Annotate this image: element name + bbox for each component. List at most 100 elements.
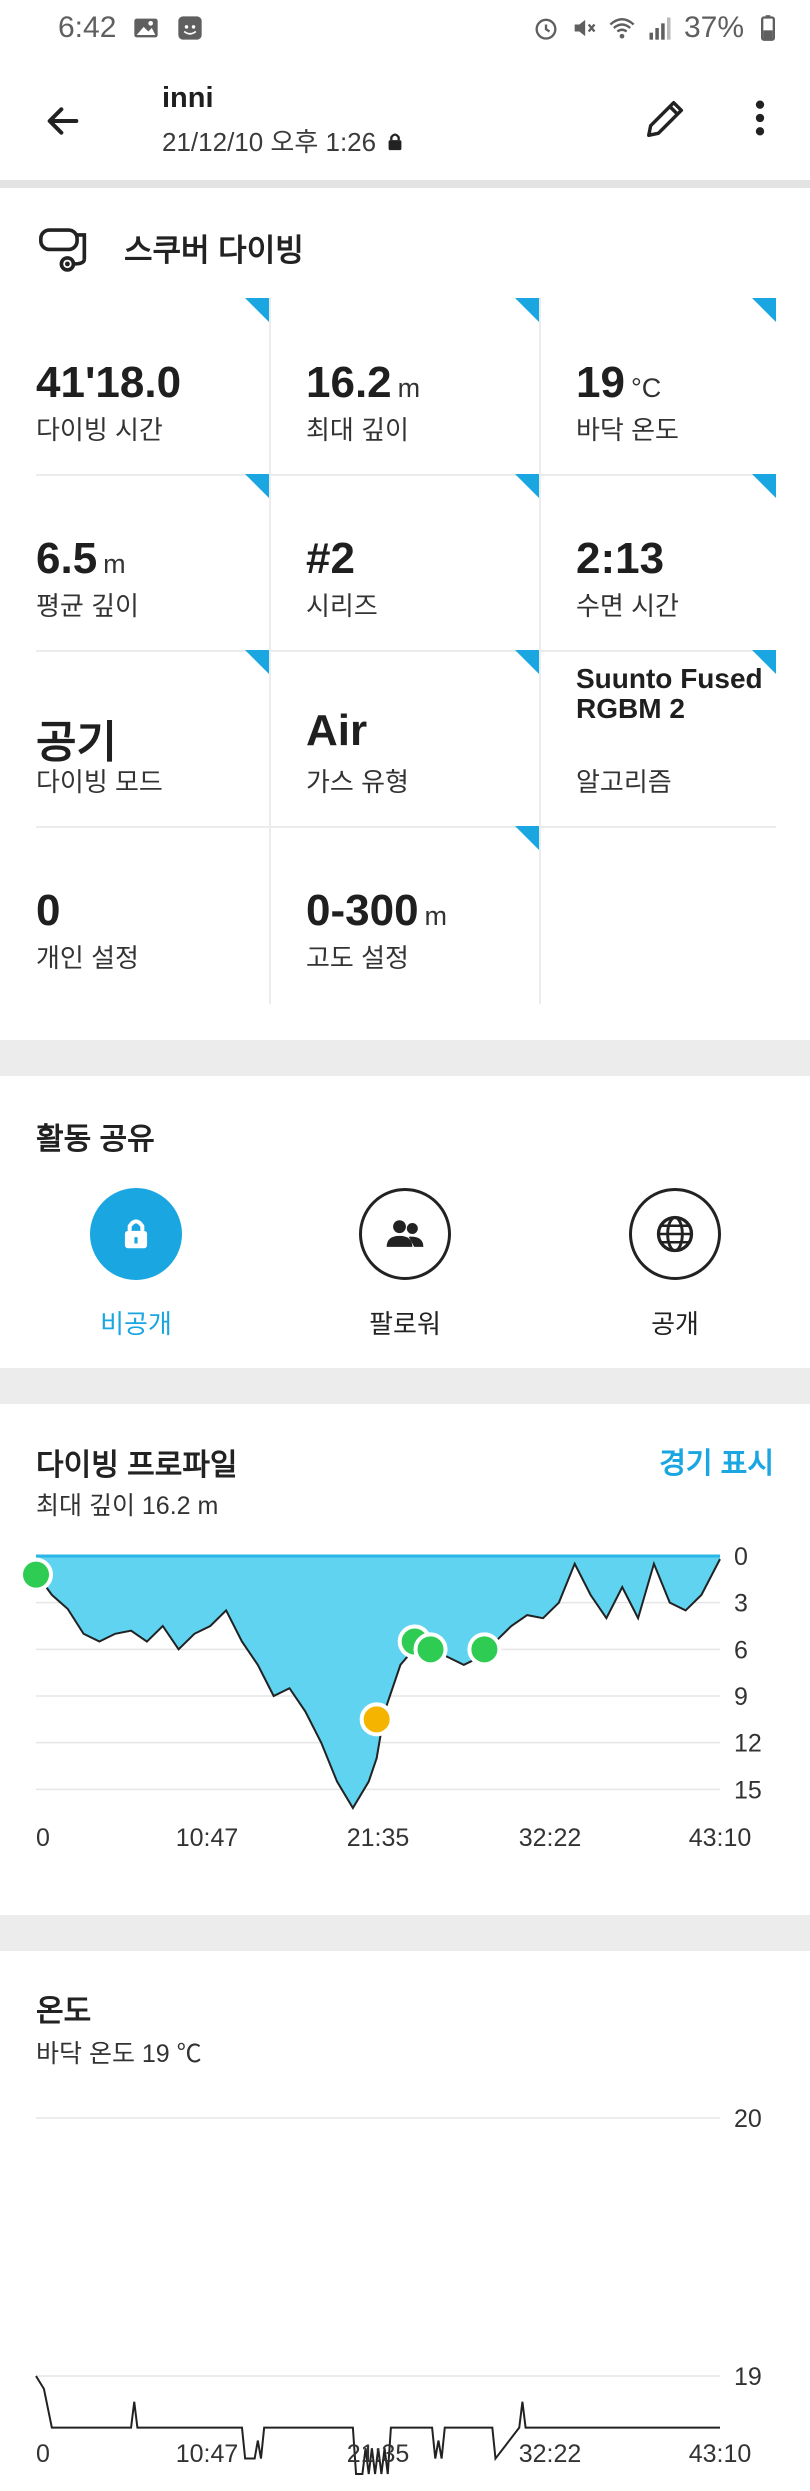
stat-bottom-temp[interactable]: 19 °C 바닥 온도 [576,298,776,474]
datetime-text: 21/12/10 오후 1:26 [162,127,377,157]
activity-datetime: 21/12/10 오후 1:26 [162,122,406,159]
y-tick-label: 20 [734,2105,762,2133]
share-public-option[interactable]: 공개 [605,1188,745,1341]
back-button[interactable] [36,94,90,148]
wifi-icon [609,18,635,39]
stat-value: 0 [36,886,61,935]
stat-label: 고도 설정 [306,943,409,973]
stat-value: 16.2 [306,358,392,407]
stat-gas-type[interactable]: Air 가스 유형 [306,650,539,826]
event-marker [413,1632,448,1667]
x-tick-label: 21:35 [347,1824,410,1852]
stat-unit: m [424,901,448,931]
stat-label: 바닥 온도 [576,415,679,445]
status-time: 6:42 [58,11,117,44]
back-arrow-icon [47,107,79,135]
stat-personal-setting[interactable]: 0 개인 설정 [36,826,269,1002]
share-option-label: 팔로워 [369,1309,441,1339]
activity-type-header: 스쿠버 다이빙 [36,218,304,276]
y-tick-label: 6 [734,1636,748,1664]
x-tick-label: 0 [36,2440,50,2468]
people-icon [386,1220,424,1247]
x-tick-label: 32:22 [519,2440,582,2468]
stat-label: 시리즈 [306,591,378,621]
y-tick-label: 0 [734,1543,748,1571]
share-followers-option[interactable]: 팔로워 [335,1188,475,1341]
temperature-title: 온도 [36,1995,92,2028]
edit-button[interactable] [636,88,696,148]
temperature-subtitle: 바닥 온도 19 ℃ [36,2040,202,2068]
x-tick-label: 43:10 [689,2440,752,2468]
x-tick-label: 10:47 [176,2440,239,2468]
share-private-option[interactable]: 비공개 [66,1188,206,1341]
share-title: 활동 공유 [36,1123,155,1156]
stat-unit: m [397,373,421,403]
x-tick-label: 43:10 [689,1824,752,1852]
y-tick-label: 15 [734,1776,762,1804]
stat-avg-depth[interactable]: 6.5 m 평균 깊이 [36,474,269,650]
globe-icon [656,1215,694,1253]
lock-icon [388,132,402,150]
gallery-icon [134,18,159,38]
dive-profile-title: 다이빙 프로파일 [36,1449,238,1482]
stat-value: 41'18.0 [36,358,182,407]
stat-algorithm[interactable]: Suunto Fused RGBM 2 알고리즘 [576,650,776,826]
stat-label: 가스 유형 [306,767,409,797]
stat-value: 19 [576,358,625,407]
share-followers-button[interactable] [359,1188,451,1280]
stat-dive-time[interactable]: 41'18.0 다이빙 시간 [36,298,269,474]
stat-label: 다이빙 모드 [36,767,163,797]
y-tick-label: 12 [734,1730,762,1758]
stat-label: 수면 시간 [576,591,679,621]
y-tick-label: 3 [734,1590,748,1618]
stat-value: 공기 [36,718,117,767]
stat-value: Air [306,706,368,755]
battery-icon [761,15,775,41]
stat-dive-mode[interactable]: 공기 다이빙 모드 [36,650,269,826]
dive-stats-grid: 41'18.0 다이빙 시간 16.2 m 최대 깊이 19 °C 바닥 온도 6.… [36,298,776,1004]
stat-unit: m [103,549,126,579]
scuba-mask-icon [39,228,87,272]
mute-icon [574,19,596,37]
x-tick-label: 0 [36,1824,50,1852]
stat-value: 2:13 [576,534,665,583]
stat-label: 개인 설정 [36,943,139,973]
battery-percent: 37% [683,11,744,44]
more-options-button[interactable] [740,88,780,148]
dive-profile-subtitle: 최대 깊이 16.2 m [36,1492,219,1520]
event-marker [467,1632,502,1667]
stat-value: Suunto Fused RGBM 2 [576,663,763,724]
alarm-icon [535,18,557,40]
x-tick-label: 10:47 [176,1824,239,1852]
stat-label: 다이빙 시간 [36,415,163,445]
stat-value: 0-300 [306,886,419,935]
edit-pencil-icon [647,100,684,137]
dive-profile-chart[interactable]: 0 3 6 9 12 15 0 10:47 21:35 32:22 43:10 [0,1540,810,1860]
section-divider [0,1915,810,1951]
app-icon [178,16,203,40]
show-race-link[interactable]: 경기 표시 [659,1440,774,1482]
share-private-button[interactable] [90,1188,182,1280]
app-bar: inni 21/12/10 오후 1:26 [0,56,810,182]
stat-series[interactable]: #2 시리즈 [306,474,539,650]
activity-title: inni [162,82,214,114]
stat-altitude-setting[interactable]: 0-300 m 고도 설정 [306,826,539,1002]
stat-value: #2 [306,534,355,583]
y-tick-label: 19 [734,2363,762,2391]
event-marker [19,1557,53,1592]
status-bar: 6:42 37% [0,0,810,56]
stat-surface-time[interactable]: 2:13 수면 시간 [576,474,776,650]
stat-max-depth[interactable]: 16.2 m 최대 깊이 [306,298,539,474]
section-divider [0,1040,810,1076]
stat-value: 6.5 [36,534,98,583]
appbar-divider [0,180,810,188]
share-public-button[interactable] [629,1188,721,1280]
activity-type-label: 스쿠버 다이빙 [124,232,304,268]
share-option-label: 비공개 [100,1309,172,1339]
event-marker [359,1702,394,1737]
section-divider [0,1368,810,1404]
stat-unit: °C [630,373,662,403]
signal-icon [649,17,671,40]
temperature-chart[interactable]: 20 19 0 10:47 21:35 32:22 43:10 [0,2080,810,2491]
stat-label: 알고리즘 [576,767,672,797]
